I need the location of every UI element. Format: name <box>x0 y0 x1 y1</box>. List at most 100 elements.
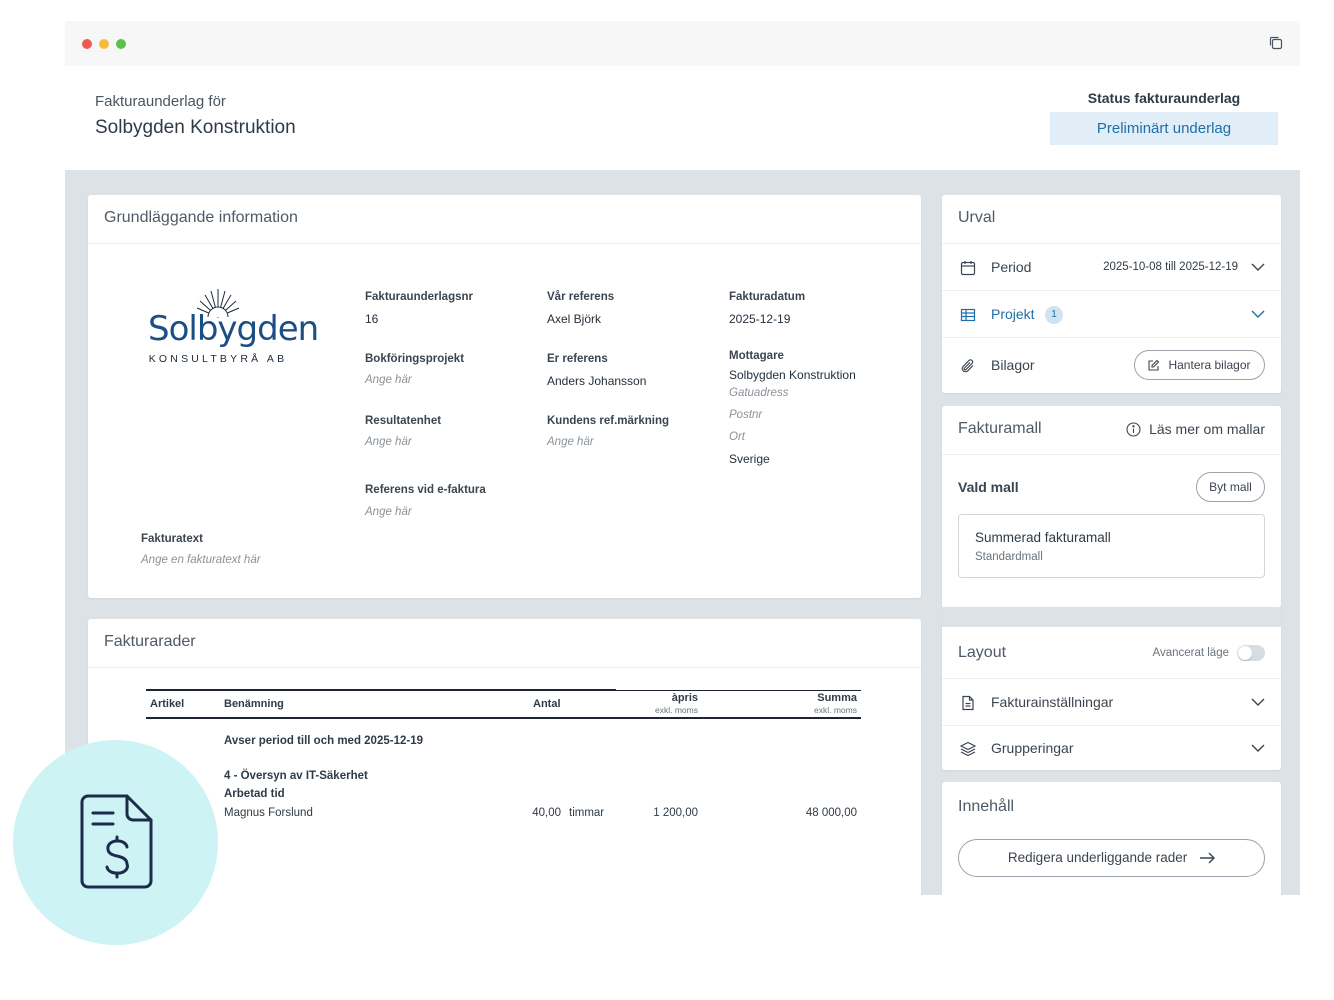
template-card: Fakturamall Läs mer om mallar Vald mall … <box>942 406 1281 608</box>
document-icon <box>962 695 974 711</box>
invoice-settings-label: Fakturainställningar <box>991 694 1114 710</box>
result-unit-label: Resultatenhet <box>365 415 442 427</box>
country-value[interactable]: Sverige <box>729 452 770 466</box>
layout-card: Layout Avancerat läge Fakturainställning… <box>942 607 1281 770</box>
logo-subtitle: KONSULTBYRÅ AB <box>148 353 288 365</box>
urval-title: Urval <box>942 195 1281 244</box>
chevron-down-icon[interactable] <box>1251 741 1265 755</box>
maximize-window-button[interactable] <box>116 39 126 49</box>
city-input[interactable]: Ort <box>729 431 745 443</box>
street-input[interactable]: Gatuadress <box>729 387 788 399</box>
col-article: Artikel <box>150 698 185 710</box>
arrow-right-icon <box>1200 852 1216 864</box>
period-value: 2025-10-08 till 2025-12-19 <box>1103 261 1238 273</box>
invoice-dollar-icon <box>80 794 153 889</box>
postal-code-input[interactable]: Postnr <box>729 409 762 421</box>
copy-icon[interactable] <box>1268 35 1284 51</box>
project-row[interactable]: Projekt 1 <box>942 291 1281 338</box>
template-info-link[interactable]: Läs mer om mallar <box>1126 421 1265 437</box>
invoice-decoration <box>13 740 218 945</box>
status-badge[interactable]: Preliminärt underlag <box>1050 112 1278 145</box>
close-window-button[interactable] <box>82 39 92 49</box>
recipient-label: Mottagare <box>729 350 784 362</box>
attachments-row: Bilagor Hantera bilagor <box>942 338 1281 393</box>
our-reference-value[interactable]: Axel Björk <box>547 312 601 326</box>
chevron-down-icon[interactable] <box>1251 307 1265 321</box>
status-label: Status fakturaunderlag <box>1087 90 1241 106</box>
manage-attachments-button[interactable]: Hantera bilagor <box>1134 350 1265 380</box>
selected-template-label: Vald mall <box>958 479 1019 495</box>
efaktura-ref-label: Referens vid e-faktura <box>365 484 486 496</box>
page-header: Fakturaunderlag för Solbygden Konstrukti… <box>65 66 1300 170</box>
invoice-date-label: Fakturadatum <box>729 291 806 303</box>
edit-rows-label: Redigera underliggande rader <box>1007 850 1188 865</box>
chevron-down-icon[interactable] <box>1251 260 1265 274</box>
customer-ref-label: Kundens ref.märkning <box>547 415 670 427</box>
invoice-settings-row[interactable]: Fakturainställningar <box>942 679 1281 726</box>
period-row[interactable]: Period 2025-10-08 till 2025-12-19 <box>942 244 1281 291</box>
table-top-rule-right <box>616 690 861 691</box>
basic-info-title: Grundläggande information <box>88 195 921 244</box>
edit-rows-button[interactable]: Redigera underliggande rader <box>958 839 1265 877</box>
col-qty: Antal <box>533 698 561 710</box>
window-titlebar <box>65 21 1300 66</box>
efaktura-ref-input[interactable]: Ange här <box>365 506 412 518</box>
customer-ref-input[interactable]: Ange här <box>547 436 594 448</box>
accounting-project-label: Bokföringsprojekt <box>365 353 465 365</box>
your-reference-value[interactable]: Anders Johansson <box>547 374 646 388</box>
logo-wordmark: Solbygden <box>148 309 319 349</box>
minimize-window-button[interactable] <box>99 39 109 49</box>
table-header-rule <box>146 717 861 719</box>
page-title: Solbygden Konstruktion <box>95 117 296 138</box>
groupings-label: Grupperingar <box>991 740 1074 756</box>
project-count-badge: 1 <box>1045 306 1063 324</box>
group-title: 4 - Översyn av IT-Säkerhet <box>224 770 368 782</box>
content-card: Innehåll Redigera underliggande rader <box>942 782 1281 895</box>
layout-header: Layout Avancerat läge <box>942 627 1281 679</box>
template-sub: Standardmall <box>975 551 1043 563</box>
selected-template-box[interactable]: Summerad fakturamall Standardmall <box>958 514 1265 578</box>
project-label: Projekt <box>991 306 1035 322</box>
col-price: àpris <box>671 692 698 704</box>
urval-card: Urval Period 2025-10-08 till 2025-12-19 … <box>942 195 1281 393</box>
change-template-button[interactable]: Byt mall <box>1196 472 1265 502</box>
invoice-rows-title: Fakturarader <box>88 619 921 668</box>
paperclip-icon <box>961 359 974 373</box>
advanced-mode-toggle[interactable] <box>1237 645 1265 661</box>
invoice-text-label: Fakturatext <box>141 533 203 545</box>
template-name: Summerad fakturamall <box>975 530 1111 545</box>
your-reference-label: Er referens <box>547 353 608 365</box>
period-text: Avser period till och med 2025-12-19 <box>224 735 423 747</box>
advanced-mode-label: Avancerat läge <box>1152 647 1229 659</box>
sub-title: Arbetad tid <box>224 788 285 800</box>
calendar-icon <box>960 261 976 276</box>
table-icon <box>960 308 976 322</box>
period-label: Period <box>991 259 1032 275</box>
our-reference-label: Vår referens <box>547 291 615 303</box>
row-qty: 40,00 <box>532 807 561 819</box>
app-window: Fakturaunderlag för Solbygden Konstrukti… <box>65 21 1300 895</box>
recipient-value[interactable]: Solbygden Konstruktion <box>729 368 856 382</box>
manage-attachments-label: Hantera bilagor <box>1168 358 1251 372</box>
accounting-project-input[interactable]: Ange här <box>365 374 412 386</box>
invoice-number-label: Fakturaunderlagsnr <box>365 291 473 303</box>
attachments-label: Bilagor <box>991 357 1035 373</box>
table-top-rule <box>146 689 616 691</box>
col-name: Benämning <box>224 698 284 710</box>
invoice-text-input[interactable]: Ange en fakturatext här <box>141 554 261 566</box>
content-title: Innehåll <box>958 798 1015 815</box>
col-sum: Summa <box>817 692 857 704</box>
groupings-row[interactable]: Grupperingar <box>942 725 1281 770</box>
col-sum-sub: exkl. moms <box>814 705 857 715</box>
template-info-label: Läs mer om mallar <box>1149 421 1265 437</box>
edit-icon <box>1148 359 1160 371</box>
chevron-down-icon[interactable] <box>1251 695 1265 709</box>
info-icon <box>1126 422 1141 437</box>
invoice-date-value[interactable]: 2025-12-19 <box>729 312 790 326</box>
row-unit: timmar <box>569 807 605 819</box>
row-price: 1 200,00 <box>653 807 698 819</box>
company-logo: Solbygden KONSULTBYRÅ AB <box>148 287 319 369</box>
invoice-number-value[interactable]: 16 <box>365 312 378 326</box>
result-unit-input[interactable]: Ange här <box>365 436 412 448</box>
basic-info-card: Grundläggande information Solbygden KONS… <box>88 195 921 598</box>
